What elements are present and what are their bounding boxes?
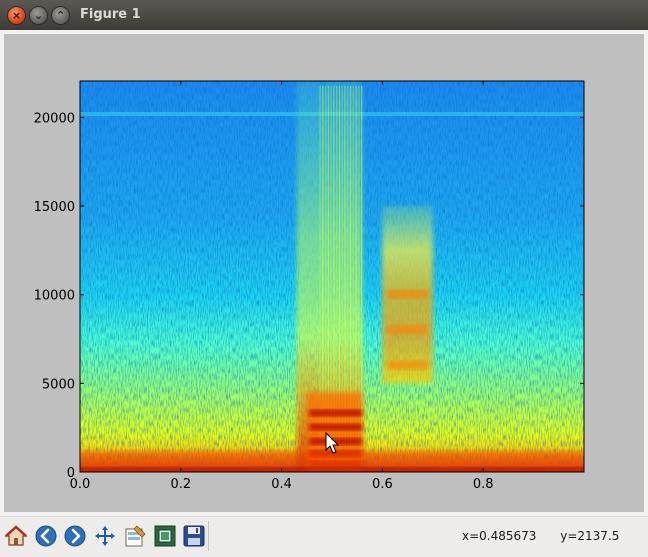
figure-background: 0.0 0.2 0.4 0.6 0.8 0 5000 10000 15000 20000 (4, 34, 644, 512)
pan-button[interactable] (92, 523, 118, 549)
back-arrow-icon (35, 525, 57, 547)
zoom-rect-button[interactable] (152, 523, 178, 549)
sibilant-line (387, 325, 428, 335)
x-tick-label: 0.6 (372, 477, 393, 492)
window-title: Figure 1 (80, 7, 141, 22)
cursor-x-value: x=0.485673 (462, 529, 537, 543)
minimize-icon: ⌄ (33, 9, 44, 22)
y-tick-label: 10000 (34, 289, 75, 304)
toolbar-separator (208, 521, 209, 551)
minimize-window-button[interactable]: ⌄ (29, 6, 48, 25)
noise-floor-bottom (80, 466, 584, 472)
title-bar[interactable]: × ⌄ ⌃ Figure 1 (0, 0, 648, 31)
floppy-disk-icon (183, 525, 205, 547)
y-tick-label: 20000 (34, 111, 75, 126)
x-tick-label: 0.2 (170, 477, 191, 492)
y-tick-label: 5000 (42, 377, 75, 392)
back-button[interactable] (33, 523, 59, 549)
configure-icon (125, 525, 146, 547)
maximize-icon: ⌃ (55, 9, 66, 22)
zoom-rect-icon (154, 525, 176, 547)
figure-window: × ⌄ ⌃ Figure 1 0.0 0.2 0.4 0.6 0.8 0 500… (0, 0, 648, 557)
save-button[interactable] (181, 523, 207, 549)
home-icon (4, 525, 28, 546)
sibilant-line (387, 360, 428, 370)
coordinate-readout: x=0.485673 y=2137.5 (462, 529, 619, 543)
move-arrows-icon (95, 526, 115, 546)
x-tick-label: 0.8 (473, 477, 494, 492)
configure-subplots-button[interactable] (122, 523, 148, 549)
harmonic-line (309, 423, 363, 431)
y-tick-label: 0 (67, 466, 75, 481)
y-tick-label: 15000 (34, 200, 75, 215)
figure-canvas[interactable]: 0.0 0.2 0.4 0.6 0.8 0 5000 10000 15000 20000 (0, 30, 648, 516)
close-icon: × (11, 9, 22, 22)
sibilant-line (387, 289, 428, 299)
navigation-toolbar: x=0.485673 y=2137.5 (0, 516, 648, 557)
cursor-y-value: y=2137.5 (560, 529, 620, 543)
maximize-window-button[interactable]: ⌃ (51, 6, 70, 25)
spectrogram-image (80, 81, 584, 472)
forward-button[interactable] (62, 523, 88, 549)
harmonic-line (309, 409, 363, 417)
spectrogram-plot[interactable]: 0.0 0.2 0.4 0.6 0.8 05000100001500020000 (4, 34, 644, 512)
forward-arrow-icon (64, 525, 86, 547)
close-window-button[interactable]: × (7, 6, 26, 25)
home-button[interactable] (3, 523, 29, 549)
x-tick-label: 0.4 (271, 477, 292, 492)
